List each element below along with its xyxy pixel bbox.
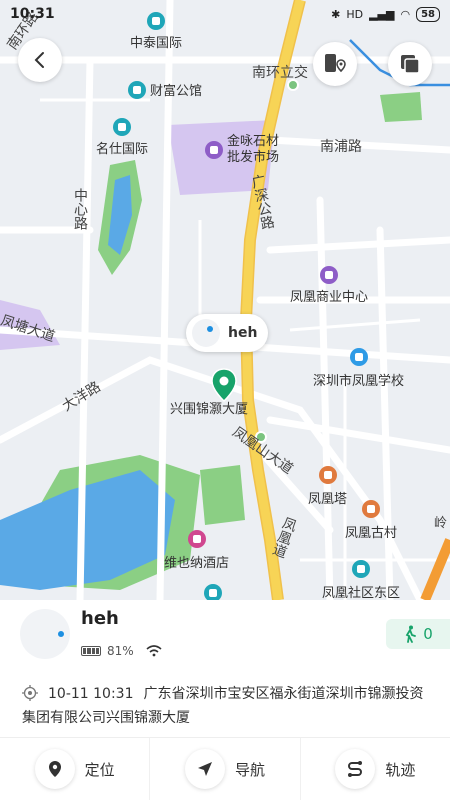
poi-label: 凤凰塔	[308, 492, 348, 507]
school-icon	[349, 348, 368, 366]
steps-badge[interactable]: 0	[386, 619, 450, 649]
device-name: heh	[81, 608, 119, 629]
phone-location-icon	[325, 54, 346, 73]
poi-label: 凤凰社区东区	[322, 586, 401, 600]
poi-mingshi[interactable]: 名仕国际	[96, 118, 148, 157]
layers-icon	[401, 55, 420, 74]
battery-icon	[81, 646, 101, 656]
walking-icon	[405, 625, 417, 643]
poi-dongqu[interactable]: 凤凰社区东区	[322, 560, 400, 600]
poi-fenghuang-gucun[interactable]: 凤凰古村	[345, 500, 397, 541]
locate-icon	[34, 749, 75, 789]
poi-label: 维也纳酒店	[164, 556, 230, 571]
poi-label: 深圳市凤凰学校	[313, 374, 405, 389]
poi-xuexiao[interactable]: 深圳市凤凰学校	[313, 348, 404, 389]
poi-fenghuang-ta[interactable]: 凤凰塔	[308, 466, 347, 507]
device-info-panel: heh 81% 0 10-11 10:31 广东省深圳市宝安区福永街道深圳市锦灏投…	[0, 600, 450, 800]
pin-label: 兴围锦灏大厦	[170, 402, 249, 417]
status-time: 10:31	[10, 6, 55, 22]
device-row[interactable]: heh 81% 0	[0, 600, 450, 670]
road-label-nanhuan-lijiao: 南环立交	[252, 65, 308, 81]
building-icon	[352, 560, 370, 578]
device-meta: 81%	[81, 644, 162, 658]
track-button[interactable]: 轨迹	[301, 738, 450, 800]
poi-label: 金咏石材 批发市场	[227, 134, 280, 165]
device-avatar-large	[20, 609, 70, 659]
hotel-icon	[187, 530, 206, 548]
poi-label: 财富公馆	[150, 84, 203, 99]
temple-icon	[362, 500, 380, 518]
wifi-icon	[146, 645, 162, 657]
online-dot	[58, 631, 64, 637]
layers-button[interactable]	[388, 42, 432, 86]
building-icon	[128, 80, 146, 99]
crosshair-icon	[22, 685, 38, 701]
poi-fenghuang-shangye[interactable]: 凤凰商业中心	[290, 266, 368, 305]
device-location-button[interactable]	[313, 42, 357, 86]
chevron-left-icon	[34, 52, 44, 68]
poi-label: 中泰国际	[130, 36, 183, 51]
poi-jinyong[interactable]: 金咏石材 批发市场	[205, 134, 279, 166]
shopping-icon	[205, 141, 223, 159]
map-view[interactable]: 10:31 ✱ HD ▂▄▆ ◠ 58 南环路 南环立交 南浦路 广深公路 中心…	[0, 0, 450, 600]
building-icon	[113, 118, 131, 136]
network-label: HD	[346, 7, 364, 21]
device-avatar	[192, 319, 220, 347]
poi-weiyena[interactable]: 维也纳酒店	[164, 530, 229, 571]
device-map-bubble[interactable]: heh	[186, 314, 268, 352]
device-battery: 81%	[107, 644, 134, 658]
shopping-icon	[320, 266, 338, 284]
status-icons: ✱ HD ▂▄▆ ◠ 58	[331, 6, 440, 22]
navigation-icon	[184, 749, 225, 789]
poi-label: 凤凰商业中心	[290, 290, 369, 305]
track-icon	[335, 749, 376, 789]
locate-label: 定位	[84, 760, 115, 779]
locate-button[interactable]: 定位	[0, 738, 151, 800]
location-time: 10-11 10:31	[48, 686, 134, 702]
status-bar: 10:31 ✱ HD ▂▄▆ ◠ 58	[0, 0, 450, 28]
wifi-icon: ◠	[400, 7, 411, 21]
battery-indicator: 58	[416, 6, 440, 22]
navigation-label: 导航	[234, 760, 265, 779]
location-address: 10-11 10:31 广东省深圳市宝安区福永街道深圳市锦灏投资集团有限公司兴围锦…	[22, 682, 432, 730]
poi-extra-marker	[204, 584, 222, 600]
poi-caifu[interactable]: 财富公馆	[128, 80, 202, 99]
action-bar: 定位 导航 轨迹	[0, 737, 450, 800]
temple-icon	[318, 466, 337, 484]
bluetooth-icon: ✱	[331, 7, 341, 21]
online-dot	[207, 326, 213, 332]
road-label-nanpu-lu: 南浦路	[320, 139, 362, 155]
device-bubble-name: heh	[228, 325, 258, 341]
location-pin-icon[interactable]	[211, 368, 237, 402]
signal-icon: ▂▄▆	[369, 7, 395, 21]
steps-count: 0	[423, 625, 433, 643]
building-icon	[204, 584, 222, 600]
track-label: 轨迹	[385, 760, 416, 779]
road-label-ling: 岭	[434, 516, 448, 531]
poi-label: 名仕国际	[96, 142, 149, 157]
road-label-zhongxin-lu: 中心路	[72, 188, 88, 230]
back-button[interactable]	[18, 38, 62, 82]
navigation-button[interactable]: 导航	[150, 738, 301, 800]
poi-label: 凤凰古村	[345, 526, 398, 541]
